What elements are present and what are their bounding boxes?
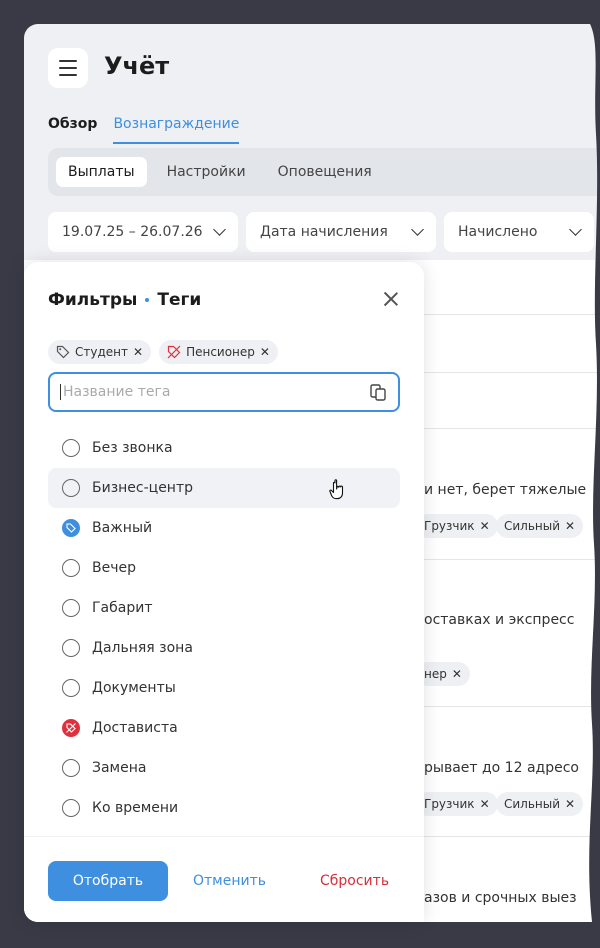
tag-option-label: Достависта bbox=[92, 720, 178, 736]
separator-dot bbox=[145, 298, 150, 302]
hand-pointer-icon bbox=[329, 479, 344, 500]
tag-option-label: Замена bbox=[92, 760, 147, 776]
chevron-down-icon bbox=[213, 223, 226, 236]
tag-icon bbox=[56, 345, 70, 359]
tag-option[interactable]: Дальняя зона bbox=[48, 628, 400, 668]
date-type-dropdown[interactable]: Дата начисления bbox=[246, 212, 436, 252]
panel-footer: Отобрать Отменить Сбросить bbox=[24, 836, 424, 922]
tag-option[interactable]: Замена bbox=[48, 748, 400, 788]
tab-rewards[interactable]: Вознаграждение bbox=[113, 116, 240, 144]
tag-option[interactable]: Без звонка bbox=[48, 428, 400, 468]
tag-option-label: Вечер bbox=[92, 560, 136, 576]
tag-option[interactable]: Вечер bbox=[48, 548, 400, 588]
close-icon[interactable]: ✕ bbox=[565, 797, 575, 811]
tag-chip: нер ✕ bbox=[416, 662, 470, 686]
filters-panel: Фильтры Теги Студент ✕ Пенсионер ✕ Без з… bbox=[24, 262, 424, 922]
close-icon[interactable]: ✕ bbox=[452, 667, 462, 681]
tag-option[interactable]: Габарит bbox=[48, 588, 400, 628]
chevron-down-icon bbox=[411, 223, 424, 236]
tag-chip: Сильный ✕ bbox=[496, 514, 584, 538]
tag-search bbox=[48, 372, 400, 412]
page-title: Учёт bbox=[104, 52, 170, 80]
panel-header: Фильтры Теги bbox=[48, 290, 201, 310]
close-icon[interactable] bbox=[382, 290, 400, 308]
hamburger-menu-icon[interactable] bbox=[48, 48, 88, 88]
cancel-button[interactable]: Отменить bbox=[193, 873, 266, 889]
panel-subtitle: Теги bbox=[157, 290, 202, 310]
tag-chip: Сильный ✕ bbox=[496, 792, 584, 816]
paste-icon[interactable] bbox=[368, 382, 388, 402]
row-description: рывает до 12 адресо bbox=[424, 760, 579, 776]
apply-button[interactable]: Отобрать bbox=[48, 861, 168, 901]
date-range-value: 19.07.25 – 26.07.26 bbox=[62, 224, 203, 240]
chip-label: Сильный bbox=[504, 519, 561, 533]
tag-include-icon bbox=[62, 519, 80, 537]
radio-icon bbox=[62, 639, 80, 657]
radio-icon bbox=[62, 799, 80, 817]
tag-chip: Грузчик ✕ bbox=[416, 792, 498, 816]
filter-row: 19.07.25 – 26.07.26 Дата начисления Начи… bbox=[48, 212, 594, 252]
status-dropdown[interactable]: Начислено bbox=[444, 212, 594, 252]
tag-exclude-icon bbox=[62, 719, 80, 737]
row-description: азов и срочных выез bbox=[424, 890, 577, 906]
tag-option[interactable]: Важный bbox=[48, 508, 400, 548]
row-divider bbox=[424, 314, 600, 315]
tab-overview[interactable]: Обзор bbox=[48, 116, 97, 144]
panel-title: Фильтры bbox=[48, 290, 138, 310]
radio-icon bbox=[62, 679, 80, 697]
radio-icon bbox=[62, 479, 80, 497]
selected-tag-chip: Пенсионер ✕ bbox=[159, 340, 278, 364]
tag-label: Студент bbox=[75, 345, 128, 359]
close-icon[interactable]: ✕ bbox=[480, 797, 490, 811]
row-divider bbox=[424, 836, 600, 837]
status-value: Начислено bbox=[458, 224, 538, 240]
tag-option-label: Важный bbox=[92, 520, 153, 536]
close-icon[interactable]: ✕ bbox=[565, 519, 575, 533]
chip-label: Грузчик bbox=[424, 519, 475, 533]
row-divider bbox=[424, 428, 600, 429]
tag-option-label: Ко времени bbox=[92, 800, 179, 816]
tag-option-label: Дальняя зона bbox=[92, 640, 193, 656]
chip-label: Грузчик bbox=[424, 797, 475, 811]
selected-tag-chip: Студент ✕ bbox=[48, 340, 152, 364]
tag-option[interactable]: Достависта bbox=[48, 708, 400, 748]
tag-option-label: Габарит bbox=[92, 600, 153, 616]
tag-off-icon bbox=[167, 345, 181, 359]
row-description: оставках и экспресс bbox=[424, 612, 575, 628]
tag-search-input[interactable] bbox=[60, 384, 368, 400]
chip-label: Сильный bbox=[504, 797, 561, 811]
row-divider bbox=[424, 706, 600, 707]
radio-icon bbox=[62, 559, 80, 577]
sub-tabs: Выплаты Настройки Оповещения bbox=[48, 148, 600, 196]
tag-option[interactable]: Документы bbox=[48, 668, 400, 708]
close-icon[interactable]: ✕ bbox=[480, 519, 490, 533]
radio-icon bbox=[62, 439, 80, 457]
close-icon[interactable]: ✕ bbox=[260, 345, 270, 359]
close-icon[interactable]: ✕ bbox=[133, 345, 143, 359]
date-type-value: Дата начисления bbox=[260, 224, 388, 240]
main-tabs: Обзор Вознаграждение bbox=[48, 116, 240, 144]
row-divider bbox=[424, 559, 600, 560]
chevron-down-icon bbox=[569, 223, 582, 236]
chip-label: нер bbox=[424, 667, 447, 681]
tag-label: Пенсионер bbox=[186, 345, 255, 359]
radio-icon bbox=[62, 759, 80, 777]
row-description: и нет, берет тяжелые bbox=[424, 482, 587, 498]
tag-option-label: Без звонка bbox=[92, 440, 173, 456]
subtab-settings[interactable]: Настройки bbox=[155, 157, 258, 187]
reset-button[interactable]: Сбросить bbox=[320, 873, 389, 889]
selected-tags: Студент ✕ Пенсионер ✕ bbox=[48, 340, 278, 364]
row-divider bbox=[424, 372, 600, 373]
radio-icon bbox=[62, 599, 80, 617]
subtab-payouts[interactable]: Выплаты bbox=[56, 157, 147, 187]
tag-chip: Грузчик ✕ bbox=[416, 514, 498, 538]
date-range-dropdown[interactable]: 19.07.25 – 26.07.26 bbox=[48, 212, 238, 252]
tag-option[interactable]: Ко времени bbox=[48, 788, 400, 828]
tag-option-label: Бизнес-центр bbox=[92, 480, 194, 496]
tag-option-label: Документы bbox=[92, 680, 176, 696]
subtab-notifications[interactable]: Оповещения bbox=[266, 157, 384, 187]
